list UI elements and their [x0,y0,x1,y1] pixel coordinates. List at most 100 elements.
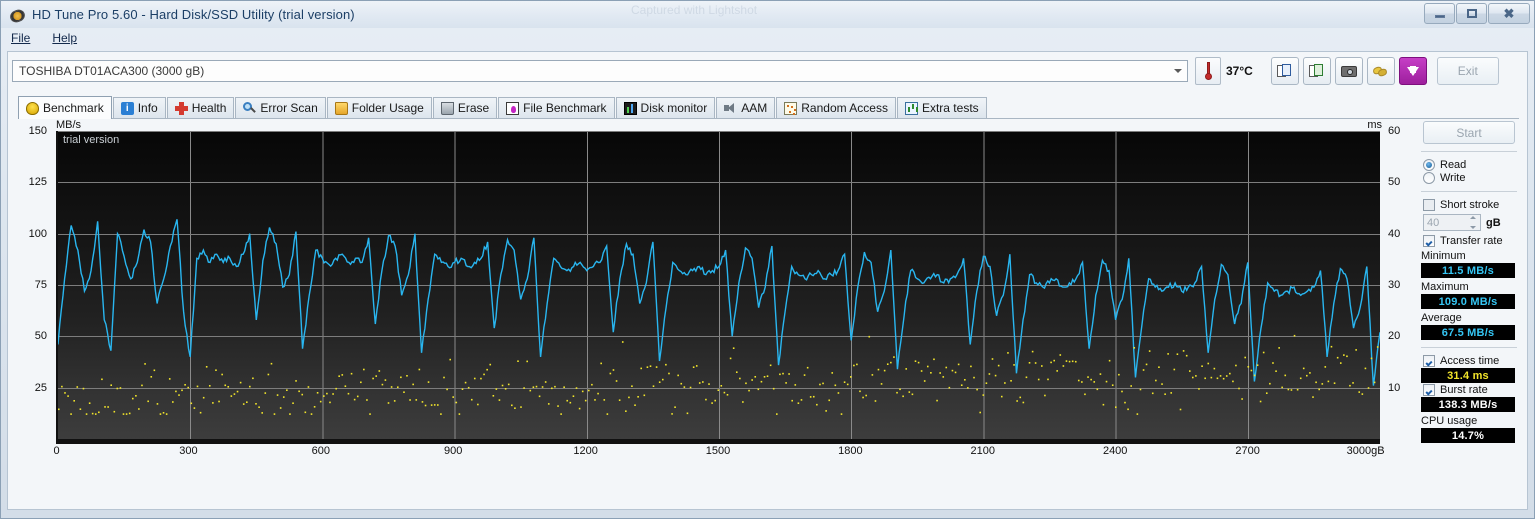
short-stroke-input[interactable]: 40 [1423,214,1481,231]
tab-disk-monitor-label: Disk monitor [640,101,708,115]
client-area: TOSHIBA DT01ACA300 (3000 gB) 37°C Exit B… [7,51,1528,510]
tab-erase-label: Erase [457,101,490,115]
drive-select-value: TOSHIBA DT01ACA300 (3000 gB) [19,64,205,78]
tab-aam-label: AAM [741,101,768,115]
x-tick-label: 900 [444,445,463,457]
checkbox-transfer-rate-label: Transfer rate [1440,235,1503,247]
benchmark-panel: MB/s ms 25 50 75 100 125 150 10 20 30 40 50 60 tri… [18,119,1519,503]
copy-image-button[interactable] [1302,57,1331,85]
thermometer-icon[interactable] [1195,57,1221,85]
radio-read[interactable]: Read [1423,159,1519,171]
app-window: HD Tune Pro 5.60 - Hard Disk/SSD Utility… [0,0,1535,519]
spinner-down-icon [1469,226,1476,229]
tab-file-benchmark[interactable]: File Benchmark [498,97,615,118]
tab-disk-monitor[interactable]: Disk monitor [615,97,716,118]
temperature-value: 37°C [1226,64,1253,78]
x-tick-label: 300 [179,445,198,457]
short-stroke-value: 40 [1427,216,1440,229]
x-tick-label: 3000gB [1346,445,1385,457]
tab-error-scan[interactable]: Error Scan [235,97,326,118]
checkbox-short-stroke-icon [1423,199,1435,211]
tab-random-access-label: Random Access [801,101,888,115]
toolbar-row: TOSHIBA DT01ACA300 (3000 gB) 37°C Exit [12,56,1523,86]
tab-benchmark-label: Benchmark [43,101,104,115]
tab-info-label: Info [137,101,158,115]
minimum-label: Minimum [1421,250,1466,262]
tab-file-benchmark-label: File Benchmark [523,101,607,115]
minimize-button[interactable] [1424,3,1455,24]
checkbox-burst-rate[interactable]: Burst rate [1423,384,1519,396]
tab-benchmark[interactable]: Benchmark [18,96,112,119]
screenshot-button[interactable] [1334,57,1363,85]
cpu-usage-value: 14.7% [1421,428,1515,443]
y-tick-label: 100 [28,227,47,240]
save-button[interactable] [1398,57,1427,85]
y2-tick-label: 10 [1388,381,1401,394]
menu-item-help[interactable]: Help [52,31,77,45]
checkbox-access-time[interactable]: Access time [1423,355,1519,367]
toolbar-buttons [1270,57,1427,85]
tab-strip: Benchmark i Info Health Error Scan Folder… [18,96,1519,119]
spinner-buttons[interactable] [1466,216,1479,229]
radio-write-label: Write [1440,172,1466,184]
download-arrow-icon [1406,65,1419,76]
tab-health[interactable]: Health [166,97,235,118]
x-tick-label: 1500 [705,445,731,457]
y-tick-label: 75 [34,279,47,291]
checkbox-transfer-rate[interactable]: Transfer rate [1423,235,1519,247]
close-button[interactable]: ✖ [1488,3,1530,24]
tab-extra-tests[interactable]: Extra tests [896,97,987,118]
maximize-button[interactable] [1456,3,1487,24]
exit-button[interactable]: Exit [1436,57,1499,85]
copy-text-button[interactable] [1270,57,1299,85]
checkbox-short-stroke-label: Short stroke [1440,199,1500,211]
info-icon: i [120,101,134,115]
trial-watermark: trial version [63,134,120,146]
x-tick-label: 2700 [1235,445,1260,457]
y2-tick-label: 30 [1388,279,1401,291]
y2-tick-label: 40 [1388,227,1401,240]
options-button[interactable] [1366,57,1395,85]
drive-select[interactable]: TOSHIBA DT01ACA300 (3000 gB) [12,60,1188,82]
tab-folder-usage[interactable]: Folder Usage [326,97,432,118]
cpu-usage-label: CPU usage [1421,415,1478,427]
start-button[interactable]: Start [1423,121,1515,144]
benchmark-side-panel: Start Read Write Short stroke 40 gB Tran… [1419,119,1519,485]
tab-random-access[interactable]: Random Access [776,97,896,118]
minimize-icon [1434,15,1445,18]
app-icon [8,7,27,24]
restore-icon [1466,9,1477,18]
documents-image-icon [1309,63,1324,79]
documents-icon [1277,63,1292,79]
speaker-icon [724,102,737,115]
radio-read-icon [1423,159,1435,171]
tab-folder-usage-label: Folder Usage [351,101,424,115]
menu-item-file[interactable]: File [11,31,30,45]
checkbox-access-time-icon [1423,355,1435,367]
plot-area: trial version [56,131,1380,439]
radio-write[interactable]: Write [1423,172,1519,184]
trash-icon [440,101,454,115]
spinner-up-icon [1469,216,1476,219]
y2-axis-title: ms [1367,119,1382,131]
divider [1421,151,1517,152]
chevron-down-icon [1174,69,1182,73]
tab-erase[interactable]: Erase [432,97,498,118]
divider [1421,347,1517,348]
y-axis-title: MB/s [56,119,82,131]
checkbox-short-stroke[interactable]: Short stroke [1423,199,1519,211]
tab-aam[interactable]: AAM [716,97,776,118]
x-tick-label: 1800 [838,445,863,457]
gridlines [58,131,1380,439]
file-icon [506,101,520,115]
checkbox-transfer-rate-icon [1423,235,1435,247]
plot-svg [58,131,1380,439]
magnifier-icon [243,101,256,115]
access-time-value: 31.4 ms [1421,368,1515,383]
folder-icon [334,101,348,115]
radio-read-label: Read [1440,159,1467,171]
window-controls: ✖ [1424,3,1530,24]
x-tick-label: 2100 [970,445,996,457]
tab-info[interactable]: i Info [112,97,166,118]
y-axis-labels: 25 50 75 100 125 150 [18,125,52,439]
